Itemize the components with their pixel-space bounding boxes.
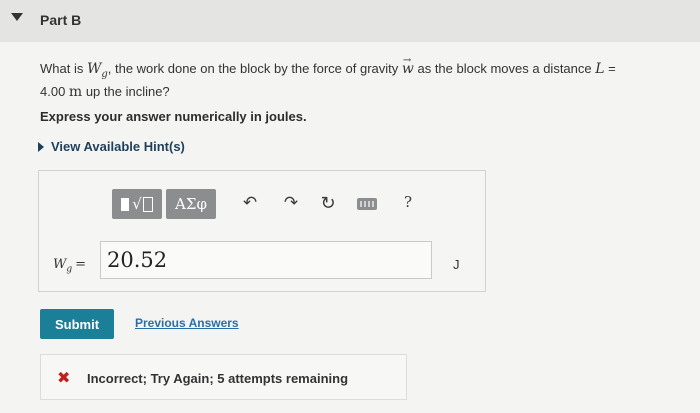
answer-label: Wg = (53, 257, 86, 275)
answer-label-equals: = (75, 257, 87, 272)
work-variable: Wg (86, 61, 108, 80)
templates-button[interactable]: √ (112, 189, 162, 219)
hint-expand-icon (38, 141, 44, 152)
weight-vector: w (402, 52, 414, 78)
answer-panel: √ ΑΣφ ↶ ↷ ↻ ? Wg = 20.52 J (38, 170, 486, 292)
question-prefix: What is (40, 61, 87, 76)
answer-instruction: Express your answer numerically in joule… (40, 109, 307, 124)
feedback-box: ✖ Incorrect; Try Again; 5 attempts remai… (40, 354, 407, 400)
template-box-icon (121, 197, 130, 211)
part-header[interactable]: Part B (0, 0, 700, 42)
submit-button[interactable]: Submit (40, 309, 114, 339)
answer-label-main: W (53, 257, 67, 272)
radical-icon: √ (132, 195, 142, 213)
reset-icon[interactable]: ↻ (317, 193, 339, 214)
question-equals: = (604, 61, 616, 76)
question-middle: , the work done on the block by the forc… (107, 61, 402, 76)
undo-icon[interactable]: ↶ (239, 193, 261, 213)
redo-icon[interactable]: ↷ (280, 193, 302, 213)
answer-unit: J (453, 257, 460, 272)
answer-label-sub: g (66, 264, 73, 275)
template-box-outline-icon (142, 196, 153, 212)
work-variable-main: W (86, 61, 102, 77)
x-icon: ✖ (57, 370, 71, 387)
collapse-triangle-icon[interactable] (11, 13, 23, 21)
keyboard-icon[interactable] (357, 198, 377, 210)
answer-input[interactable]: 20.52 (100, 241, 432, 279)
question-mid2: as the block moves a distance (413, 61, 596, 76)
greek-symbols-button[interactable]: ΑΣφ (166, 189, 216, 219)
distance-unit: m (68, 83, 83, 100)
feedback-message: Incorrect; Try Again; 5 attempts remaini… (87, 371, 349, 386)
help-button[interactable]: ? (397, 193, 419, 211)
question-text: What is Wg, the work done on the block b… (40, 52, 680, 101)
hint-label: View Available Hint(s) (51, 139, 185, 154)
part-title: Part B (40, 12, 82, 28)
distance-variable: L (595, 61, 605, 77)
view-hints-link[interactable]: View Available Hint(s) (38, 139, 185, 154)
previous-answers-link[interactable]: Previous Answers (135, 316, 239, 330)
distance-value: 4.00 (40, 83, 69, 99)
question-rest: up the incline? (82, 83, 170, 99)
